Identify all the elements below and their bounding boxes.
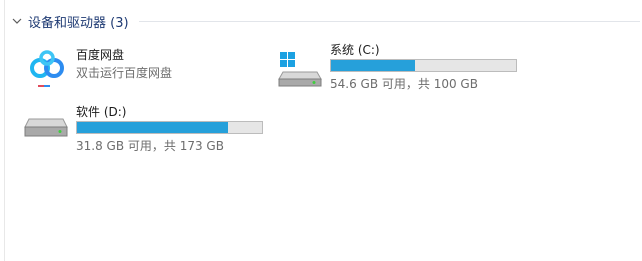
- tile-name: 软件 (D:): [76, 105, 127, 119]
- tile-drive-c[interactable]: 系统 (C:) 54.6 GB 可用，共 100 GB: [276, 37, 526, 93]
- tile-drive-d[interactable]: 软件 (D:) 31.8 GB 可用，共 173 GB: [22, 99, 272, 155]
- drive-usage-fill: [331, 60, 415, 71]
- tile-name: 百度网盘: [76, 48, 125, 62]
- windows-drive-icon: [276, 37, 326, 93]
- chevron-down-icon[interactable]: [8, 8, 26, 34]
- group-divider: [138, 20, 640, 22]
- group-header-devices[interactable]: 设备和驱动器 (3): [8, 8, 642, 34]
- drive-usage-fill: [77, 122, 228, 133]
- tile-description: 双击运行百度网盘: [76, 66, 173, 80]
- tile-name: 系统 (C:): [330, 43, 380, 57]
- drive-usage-bar: [330, 59, 517, 72]
- group-title: 设备和驱动器 (3): [28, 15, 129, 31]
- tile-space: 54.6 GB 可用，共 100 GB: [330, 77, 478, 91]
- drive-usage-bar: [76, 121, 263, 134]
- pane-left-border: [4, 0, 5, 261]
- hard-drive-icon: [22, 99, 72, 155]
- baidu-netdisk-icon: [22, 42, 72, 98]
- tile-space: 31.8 GB 可用，共 173 GB: [76, 139, 224, 153]
- tile-baidu-netdisk[interactable]: 百度网盘 双击运行百度网盘: [22, 42, 272, 98]
